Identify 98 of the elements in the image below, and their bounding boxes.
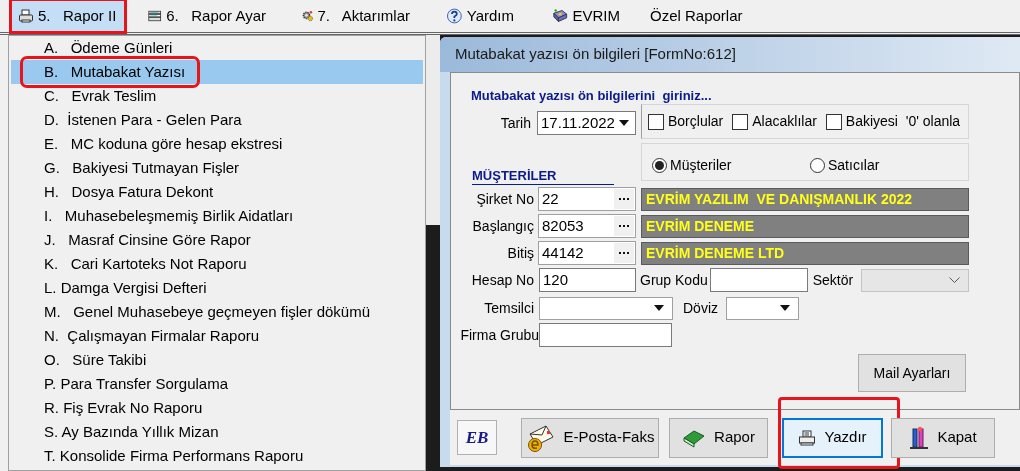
name-display: EVRİM DENEME LTD <box>641 241 969 265</box>
field-label: Grup Kodu <box>640 270 708 290</box>
section-title: MÜŞTERİLER <box>472 168 614 185</box>
menu-item-label: R. Fiş Evrak No Raporu <box>43 398 204 418</box>
menu-item-label: H. Dosya Fatura Dekont <box>43 182 215 202</box>
ellipsis-icon <box>619 197 629 201</box>
input-field[interactable]: 120 <box>539 268 636 292</box>
menu-item[interactable]: J. Masraf Cinsine Göre Rapor <box>11 228 423 252</box>
field-label: Tarih <box>499 113 531 133</box>
menu-item[interactable]: 6. Rapor Ayar <box>142 1 272 31</box>
dialog-button[interactable]: E-Posta-Faks <box>521 417 659 458</box>
door-icon <box>909 425 930 450</box>
menu-item[interactable]: C. Evrak Teslim <box>11 84 423 108</box>
input-field[interactable]: 44142 <box>538 241 636 265</box>
menu-item-label: S. Ay Bazında Yıllık Mizan <box>43 422 220 442</box>
menu-item[interactable]: R. Fiş Evrak No Raporu <box>11 396 423 420</box>
menu-item[interactable]: N. Çalışmayan Firmalar Raporu <box>11 324 423 348</box>
browse-button[interactable] <box>614 243 634 263</box>
field-label: Alacaklılar <box>752 112 817 131</box>
field-label: Firma Grubu <box>459 325 539 345</box>
dropdown-arrow-icon <box>780 305 790 311</box>
browse-button[interactable] <box>614 189 634 209</box>
menu-item-label: L. Damga Vergisi Defteri <box>43 278 208 298</box>
menu-item[interactable]: O. Süre Takibi <box>11 348 423 372</box>
ellipsis-icon <box>619 224 629 228</box>
menu-item-label: C. Evrak Teslim <box>43 86 158 106</box>
date-field[interactable]: 17.11.2022 <box>537 111 636 135</box>
menu-item[interactable]: D. İstenen Para - Gelen Para <box>11 108 423 132</box>
radio-button[interactable] <box>652 158 667 173</box>
help-icon <box>446 7 463 25</box>
field-label: Bakiyesi '0' olanla <box>845 112 961 131</box>
field-label: Hesap No <box>470 270 534 290</box>
menu-item-label: N. Çalışmayan Firmalar Raporu <box>43 326 261 346</box>
dialog-button[interactable]: Rapor <box>669 417 768 458</box>
window-title: Mutabakat yazısı ön bilgileri [FormNo:612] <box>440 37 1020 72</box>
checkbox[interactable] <box>732 113 749 130</box>
browse-button[interactable] <box>614 216 634 236</box>
menu-item-label: T. Konsolide Firma Performans Raporu <box>43 446 305 466</box>
field-label: Satıcılar <box>828 156 880 175</box>
menu-item[interactable]: 5. Rapor II <box>12 1 124 31</box>
book-icon <box>552 8 569 24</box>
menu-item-label: I. Muhasebeleşmemiş Birlik Aidatları <box>43 206 295 226</box>
field-label: Başlangıç <box>471 216 534 236</box>
field-label: Bitiş <box>506 243 534 263</box>
menu-item[interactable]: T. Konsolide Firma Performans Raporu <box>11 444 423 468</box>
printer-icon <box>798 429 817 446</box>
input-field[interactable]: 22 <box>538 187 636 211</box>
field-label: Döviz <box>683 298 718 318</box>
menu-item[interactable]: H. Dosya Fatura Dekont <box>11 180 423 204</box>
menu-item[interactable]: M. Genel Muhasebeye geçmeyen fişler dökümü <box>11 300 423 324</box>
menu-item-label: B. Mutabakat Yazısı <box>23 59 198 85</box>
menu-item-label: E. MC koduna göre hesap ekstresi <box>43 134 284 154</box>
field-label: Temsilci <box>483 298 534 318</box>
ellipsis-icon <box>619 251 629 255</box>
field-label: Borçlular <box>668 112 724 131</box>
menu-item-label: M. Genel Muhasebeye geçmeyen fişler dökümü <box>43 302 371 322</box>
menu-item-label: J. Masraf Cinsine Göre Rapor <box>43 230 252 250</box>
menu-item-label: O. Süre Takibi <box>43 350 148 370</box>
input-field[interactable] <box>709 268 808 292</box>
logo: EB <box>457 420 497 455</box>
field-label: Şirket No <box>475 189 534 209</box>
menu-item[interactable]: I. Muhasebeleşmemiş Birlik Aidatları <box>11 204 423 228</box>
document-stack-icon <box>148 8 163 24</box>
menu-item[interactable]: P. Para Transfer Sorgulama <box>11 372 423 396</box>
input-field[interactable] <box>539 323 672 347</box>
menu-item-label: G. Bakiyesi Tutmayan Fişler <box>43 158 241 178</box>
menu-item[interactable]: 7. Aktarımlar <box>296 1 416 31</box>
menu-item[interactable]: Yardım <box>440 1 520 31</box>
menu-item-label: A. Ödeme Günleri <box>43 38 174 58</box>
menu-item[interactable]: S. Ay Bazında Yıllık Mizan <box>11 420 423 444</box>
dropdown-arrow-icon <box>654 305 664 311</box>
mail-settings-button[interactable]: Mail Ayarları <box>858 354 966 392</box>
menu-item-label: D. İstenen Para - Gelen Para <box>43 110 243 130</box>
menu-item[interactable]: Özel Raporlar <box>644 1 754 31</box>
name-display: EVRİM DENEME <box>641 214 969 238</box>
menu-item-label: K. Cari Kartoteks Not Raporu <box>43 254 248 274</box>
menu-item[interactable]: A. Ödeme Günleri <box>11 36 423 60</box>
field-label: Müşteriler <box>670 156 732 175</box>
input-field[interactable]: 82053 <box>538 214 636 238</box>
form-heading: Mutabakat yazısı ön bilgilerini giriniz... <box>471 87 713 104</box>
menu-item[interactable]: E. MC koduna göre hesap ekstresi <box>11 132 423 156</box>
field-label: Sektör <box>812 270 854 290</box>
menu-item[interactable]: K. Cari Kartoteks Not Raporu <box>11 252 423 276</box>
checkbox[interactable] <box>825 113 842 130</box>
dialog-button[interactable]: Yazdır <box>782 417 883 458</box>
radio-button[interactable] <box>810 158 825 173</box>
name-display: EVRİM YAZILIM VE DANIŞMANLIK 2022 <box>641 187 969 211</box>
dialog-button[interactable]: Kapat <box>891 417 995 458</box>
dropdown-field[interactable] <box>539 296 673 320</box>
chevron-icon <box>949 276 961 284</box>
dropdown-arrow-icon <box>619 120 629 126</box>
printer-icon <box>18 8 34 24</box>
menu-item[interactable]: EVRIM <box>546 1 626 31</box>
menu-item[interactable]: G. Bakiyesi Tutmayan Fişler <box>11 156 423 180</box>
dropdown-field[interactable] <box>726 296 799 320</box>
checkbox[interactable] <box>648 113 664 130</box>
menu-item-label: P. Para Transfer Sorgulama <box>43 374 229 394</box>
menu-item[interactable]: L. Damga Vergisi Defteri <box>11 276 423 300</box>
